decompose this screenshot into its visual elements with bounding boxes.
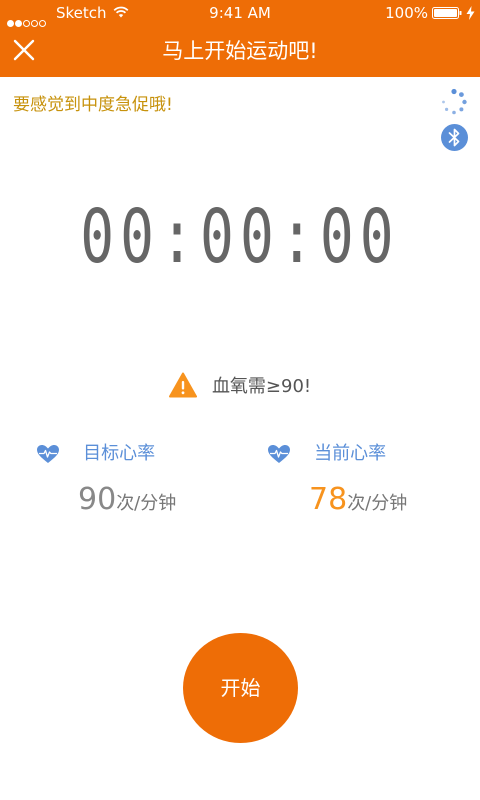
charging-bolt-icon — [466, 6, 475, 20]
exertion-hint: 要感觉到中度急促哦! — [13, 95, 173, 115]
target-hr-unit: 次/分钟 — [116, 493, 177, 514]
current-hr-label: 当前心率 — [314, 442, 387, 464]
bluetooth-icon[interactable] — [441, 124, 468, 151]
current-hr-unit: 次/分钟 — [347, 493, 408, 514]
battery-percent: 100% — [385, 4, 428, 22]
current-heart-rate: 当前心率 78次/分钟 — [267, 438, 480, 528]
close-icon[interactable] — [10, 36, 38, 64]
nav-bar: 马上开始运动吧! — [0, 26, 480, 77]
target-hr-value: 90 — [78, 482, 117, 517]
heart-pulse-icon — [37, 444, 59, 463]
workout-timer: 00:00:00 — [80, 194, 400, 280]
loading-spinner-icon[interactable] — [440, 88, 468, 116]
header: Sketch 9:41 AM 100% 马上开始运动吧! — [0, 0, 480, 77]
start-button[interactable]: 开始 — [183, 633, 298, 743]
current-hr-value: 78 — [309, 482, 348, 517]
spo2-warning: 血氧需≥90! — [0, 372, 480, 402]
screen: Sketch 9:41 AM 100% 马上开始运动吧! 要感觉到中度急促哦! … — [0, 0, 480, 800]
battery-icon — [432, 7, 462, 19]
warning-text: 血氧需≥90! — [211, 376, 312, 397]
target-hr-label: 目标心率 — [83, 442, 156, 464]
heart-pulse-icon — [268, 444, 290, 463]
warning-icon — [168, 372, 197, 398]
target-heart-rate: 目标心率 90次/分钟 — [36, 438, 276, 528]
page-title: 马上开始运动吧! — [162, 39, 318, 63]
status-bar: Sketch 9:41 AM 100% — [0, 0, 480, 27]
